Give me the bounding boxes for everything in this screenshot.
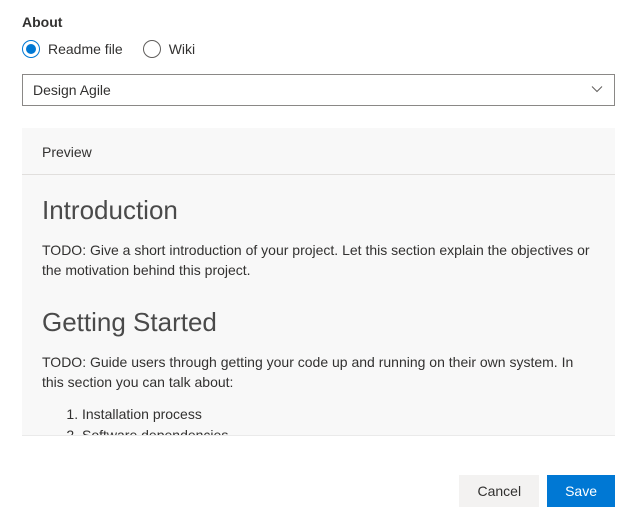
preview-paragraph-getting-started: TODO: Guide users through getting your c… <box>42 352 595 393</box>
radio-readme[interactable]: Readme file <box>22 40 123 58</box>
section-title: About <box>22 14 615 30</box>
cancel-button[interactable]: Cancel <box>459 475 539 507</box>
preview-ordered-list: Installation process Software dependenci… <box>42 404 595 435</box>
preview-body: Introduction TODO: Give a short introduc… <box>22 175 615 435</box>
list-item: Software dependencies <box>82 425 595 435</box>
dropdown-selected: Design Agile <box>33 82 111 98</box>
radio-group: Readme file Wiki <box>22 40 615 58</box>
radio-readme-label: Readme file <box>48 41 123 57</box>
preview-panel: Preview Introduction TODO: Give a short … <box>22 128 615 436</box>
save-button[interactable]: Save <box>547 475 615 507</box>
radio-unselected-icon <box>143 40 161 58</box>
radio-wiki-label: Wiki <box>169 41 195 57</box>
preview-paragraph-introduction: TODO: Give a short introduction of your … <box>42 240 595 281</box>
radio-wiki[interactable]: Wiki <box>143 40 195 58</box>
radio-selected-icon <box>22 40 40 58</box>
repo-dropdown[interactable]: Design Agile <box>22 74 615 106</box>
preview-heading-getting-started: Getting Started <box>42 307 595 338</box>
preview-heading-introduction: Introduction <box>42 195 595 226</box>
footer-actions: Cancel Save <box>459 475 615 507</box>
preview-header: Preview <box>22 128 615 175</box>
chevron-down-icon <box>590 82 604 99</box>
list-item: Installation process <box>82 404 595 425</box>
